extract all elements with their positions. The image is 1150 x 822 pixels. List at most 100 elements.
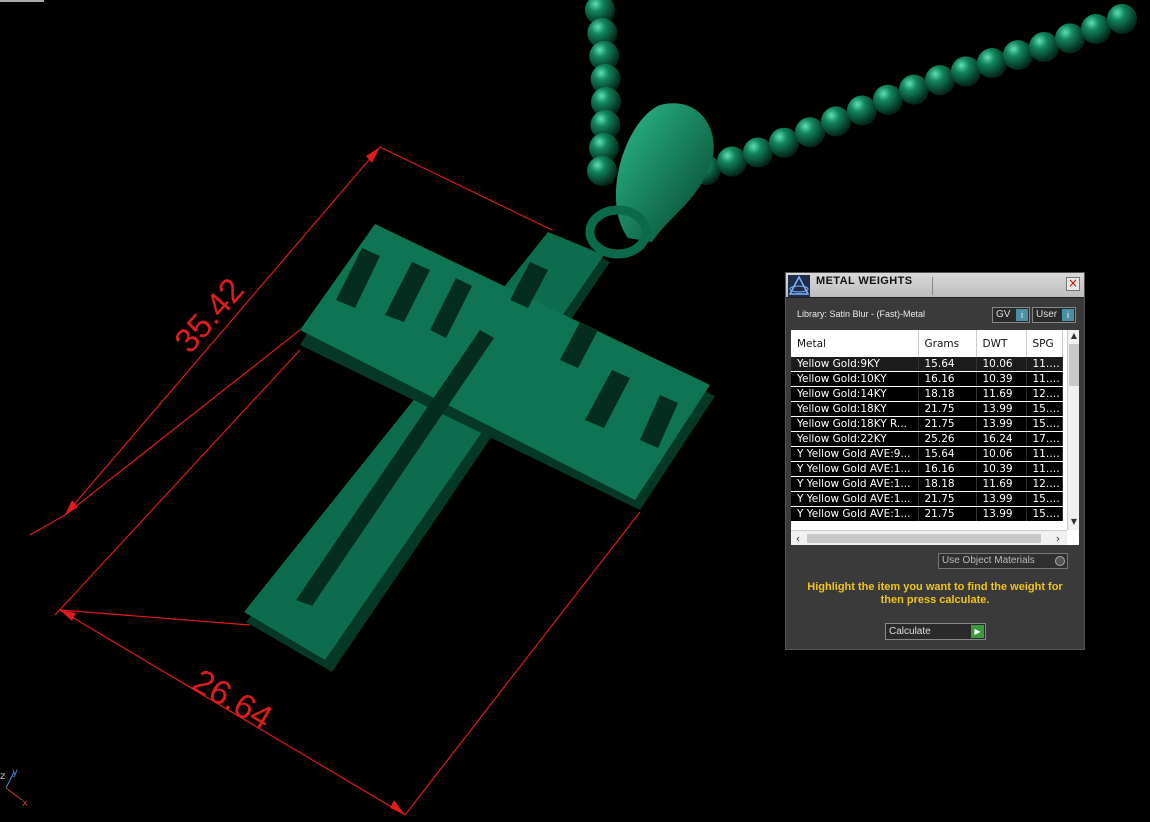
use-object-materials-toggle[interactable]: Use Object Materials	[938, 553, 1068, 569]
chain-bead	[899, 74, 929, 105]
cell-metal: Y Yellow Gold AVE:1...	[791, 491, 919, 507]
scroll-right-icon[interactable]: ›	[1051, 531, 1065, 545]
calculate-button[interactable]: Calculate ▶	[885, 623, 986, 640]
cell-metal: Yellow Gold:18KY R...	[791, 416, 919, 432]
table-row[interactable]: Yellow Gold:22KY 25.26 16.24 17.89	[791, 431, 1063, 447]
cell-dwt: 11.69	[976, 386, 1027, 402]
chain-bead	[1029, 31, 1059, 62]
play-icon: ▶	[971, 625, 984, 638]
scrollbar-thumb[interactable]	[807, 534, 1041, 543]
chain-bead	[795, 117, 825, 148]
cross-pendant	[244, 224, 715, 672]
column-header-metal[interactable]: Metal	[791, 330, 919, 357]
cell-metal: Yellow Gold:9KY	[791, 357, 919, 372]
calculate-button-label: Calculate	[889, 626, 931, 637]
cell-grams: 18.18	[918, 476, 977, 492]
cell-spg: 15.41	[1026, 401, 1063, 417]
chain-bead	[1081, 13, 1111, 44]
chain-bead	[977, 48, 1007, 79]
table-row[interactable]: Y Yellow Gold AVE:1... 21.75 13.99 15.41	[791, 491, 1063, 507]
scroll-up-icon[interactable]: ▲	[1068, 330, 1079, 342]
cell-dwt: 13.99	[976, 401, 1027, 417]
chain-bead	[1107, 3, 1137, 34]
cell-metal: Yellow Gold:18KY	[791, 401, 919, 417]
table-row[interactable]: Y Yellow Gold AVE:1... 18.18 11.69 12.88	[791, 476, 1063, 492]
table-row[interactable]: Yellow Gold:18KY R... 21.75 13.99 15.41	[791, 416, 1063, 432]
table-row[interactable]: Yellow Gold:10KY 16.16 10.39 11.45	[791, 371, 1063, 387]
title-divider	[932, 277, 933, 295]
use-object-materials-label: Use Object Materials	[942, 555, 1035, 566]
table-row[interactable]: Y Yellow Gold AVE:1... 16.16 10.39 11.45	[791, 461, 1063, 477]
cell-dwt: 13.99	[976, 506, 1027, 522]
scroll-left-icon[interactable]: ‹	[791, 531, 805, 545]
column-header-spg[interactable]: SPG	[1026, 330, 1063, 357]
cell-metal: Yellow Gold:10KY	[791, 371, 919, 387]
cell-dwt: 13.99	[976, 416, 1027, 432]
cell-spg: 12.88	[1026, 476, 1063, 492]
table-row[interactable]: Yellow Gold:18KY 21.75 13.99 15.41	[791, 401, 1063, 417]
cell-grams: 15.64	[918, 357, 977, 372]
table-row[interactable]: Yellow Gold:14KY 18.18 11.69 12.88	[791, 386, 1063, 402]
cell-grams: 25.26	[918, 431, 977, 447]
chain-bead	[873, 84, 903, 115]
cell-dwt: 13.99	[976, 491, 1027, 507]
app-logo-icon	[788, 275, 810, 297]
cell-spg: 11.08	[1026, 446, 1063, 462]
axis-label-z: z	[0, 771, 5, 782]
vertical-scrollbar[interactable]: ▲ ▼	[1067, 330, 1079, 530]
cell-metal: Y Yellow Gold AVE:1...	[791, 461, 919, 477]
cell-metal: Yellow Gold:22KY	[791, 431, 919, 447]
gv-button[interactable]: GV i	[992, 307, 1030, 323]
table-row[interactable]: Y Yellow Gold AVE:1... 21.75 13.99 15.41	[791, 506, 1063, 522]
horizontal-scrollbar[interactable]: ‹ ›	[791, 530, 1067, 545]
scroll-down-icon[interactable]: ▼	[1068, 516, 1079, 528]
cell-dwt: 16.24	[976, 431, 1027, 447]
cell-metal: Yellow Gold:14KY	[791, 386, 919, 402]
instruction-text: Highlight the item you want to find the …	[807, 581, 1063, 606]
column-header-grams[interactable]: Grams	[918, 330, 977, 357]
axis-gizmo: y x z	[0, 767, 28, 809]
cell-spg: 11.08	[1026, 357, 1063, 372]
column-header-dwt[interactable]: DWT	[976, 330, 1027, 357]
user-button-label: User	[1036, 309, 1058, 320]
table-row[interactable]: Yellow Gold:9KY 15.64 10.06 11.08	[791, 357, 1063, 372]
cell-spg: 12.88	[1026, 386, 1063, 402]
cell-spg: 17.89	[1026, 431, 1063, 447]
cell-grams: 15.64	[918, 446, 977, 462]
cell-grams: 18.18	[918, 386, 977, 402]
extension-line	[379, 146, 553, 231]
chain-bead	[587, 156, 618, 186]
cell-metal: Y Yellow Gold AVE:1...	[791, 506, 919, 522]
info-icon: i	[1016, 309, 1028, 321]
chain-bead	[743, 137, 773, 168]
dimension-label-width: 26.64	[186, 662, 279, 737]
panel-titlebar[interactable]: METAL WEIGHTS ×	[786, 273, 1084, 298]
cell-metal: Y Yellow Gold AVE:1...	[791, 476, 919, 492]
radio-icon	[1055, 556, 1065, 566]
cell-dwt: 10.39	[976, 461, 1027, 477]
cell-dwt: 10.06	[976, 357, 1027, 372]
metal-table-container[interactable]: Metal Grams DWT SPG Yellow Gold:9KY 15.64…	[791, 330, 1079, 545]
cell-spg: 15.41	[1026, 416, 1063, 432]
axis-label-x: x	[22, 798, 28, 809]
table-header-row: Metal Grams DWT SPG	[791, 330, 1063, 357]
axis-label-y: y	[12, 767, 18, 778]
extension-line	[64, 329, 301, 516]
cell-metal: Y Yellow Gold AVE:9...	[791, 446, 919, 462]
chain-bead	[769, 127, 799, 158]
scrollbar-thumb[interactable]	[1069, 344, 1079, 386]
cell-dwt: 11.69	[976, 476, 1027, 492]
cell-spg: 11.45	[1026, 461, 1063, 477]
table-row[interactable]: Y Yellow Gold AVE:9... 15.64 10.06 11.08	[791, 446, 1063, 462]
cell-grams: 21.75	[918, 401, 977, 417]
cell-grams: 21.75	[918, 491, 977, 507]
chain-bead	[1055, 23, 1085, 54]
extension-line	[404, 511, 641, 816]
chain-bead	[847, 95, 877, 126]
cell-dwt: 10.06	[976, 446, 1027, 462]
cell-dwt: 10.39	[976, 371, 1027, 387]
close-button[interactable]: ×	[1066, 277, 1080, 291]
library-label: Library: Satin Blur - (Fast)-Metal	[797, 309, 926, 319]
metal-weights-panel: METAL WEIGHTS × Library: Satin Blur - (F…	[785, 272, 1085, 650]
user-button[interactable]: User i	[1032, 307, 1076, 323]
